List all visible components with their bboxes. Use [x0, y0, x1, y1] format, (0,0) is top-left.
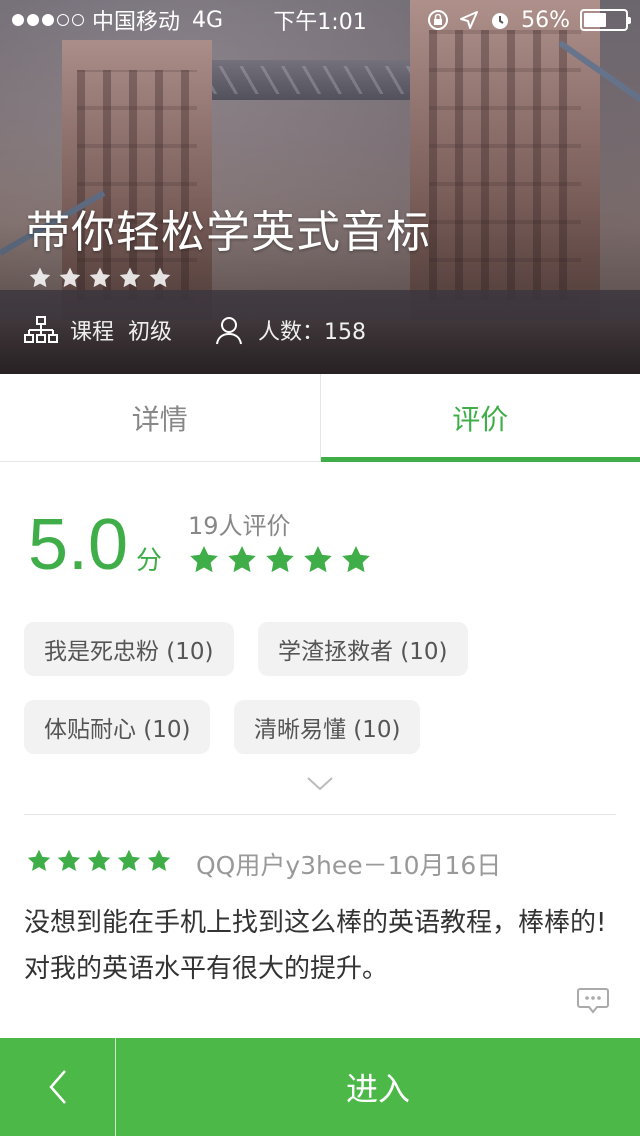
star-icon: [226, 544, 258, 576]
review-tag[interactable]: 我是死忠粉 (10): [24, 622, 234, 676]
alarm-icon: [492, 13, 509, 29]
star-icon: [116, 848, 142, 874]
battery-percent: 56%: [521, 7, 570, 33]
score-unit: 分: [136, 546, 163, 576]
star-icon: [56, 848, 82, 874]
star-icon: [28, 266, 52, 290]
tab-reviews[interactable]: 评价: [320, 374, 640, 462]
students-count-label: 人数：158: [258, 320, 367, 345]
divider: [24, 814, 616, 815]
course-meta: 课程 初级 人数：158: [24, 314, 366, 346]
clock: 下午1:01: [273, 10, 367, 35]
star-icon: [264, 544, 296, 576]
star-icon: [86, 848, 112, 874]
review-author-date: QQ用户y3hee－10月16日: [196, 851, 502, 880]
carrier-label: 中国移动: [92, 10, 181, 35]
average-rating-stars: [188, 544, 372, 576]
signal-dots: [12, 14, 84, 26]
star-icon: [26, 848, 52, 874]
star-icon: [146, 848, 172, 874]
course-title: 带你轻松学英式音标: [26, 207, 431, 258]
hierarchy-icon: [24, 316, 58, 343]
star-icon: [302, 544, 334, 576]
person-icon: [216, 317, 243, 345]
enter-button[interactable]: 进入: [116, 1038, 640, 1136]
average-score: 5.0: [28, 505, 129, 585]
hero-banner: 中国移动 4G 下午1:01 56% 带你轻松学英式音标 课程 初级 人数：15…: [0, 0, 640, 374]
review-tag[interactable]: 体贴耐心 (10): [24, 700, 210, 754]
star-icon: [118, 266, 142, 290]
status-bar: 中国移动 4G 下午1:01 56%: [0, 0, 640, 40]
back-arrow-icon: [48, 1070, 66, 1104]
course-rating-stars: [28, 266, 172, 290]
review-stars: [26, 848, 172, 874]
star-icon: [188, 544, 220, 576]
tab-details[interactable]: 详情: [0, 374, 321, 461]
network-label: 4G: [192, 7, 224, 33]
review-tag[interactable]: 清晰易懂 (10): [234, 700, 420, 754]
back-button[interactable]: [0, 1038, 116, 1136]
battery-icon: [580, 9, 631, 31]
star-icon: [58, 266, 82, 290]
review-tag[interactable]: 学渣拯救者 (10): [258, 622, 468, 676]
review-text: 没想到能在手机上找到这么棒的英语教程，棒棒的!对我的英语水平有很大的提升。: [24, 908, 607, 984]
course-level-label: 初级: [128, 320, 173, 345]
comment-icon[interactable]: [576, 986, 610, 1016]
bottom-action-bar: 进入: [0, 1038, 640, 1136]
tab-bar: 详情 评价: [0, 374, 640, 462]
location-icon: [460, 11, 479, 29]
star-icon: [340, 544, 372, 576]
star-icon: [148, 266, 172, 290]
chevron-down-icon[interactable]: [305, 774, 335, 794]
star-icon: [88, 266, 112, 290]
review-count: 19人评价: [188, 512, 291, 540]
lock-rotation-icon: [428, 10, 449, 30]
course-type-label: 课程: [70, 320, 115, 345]
